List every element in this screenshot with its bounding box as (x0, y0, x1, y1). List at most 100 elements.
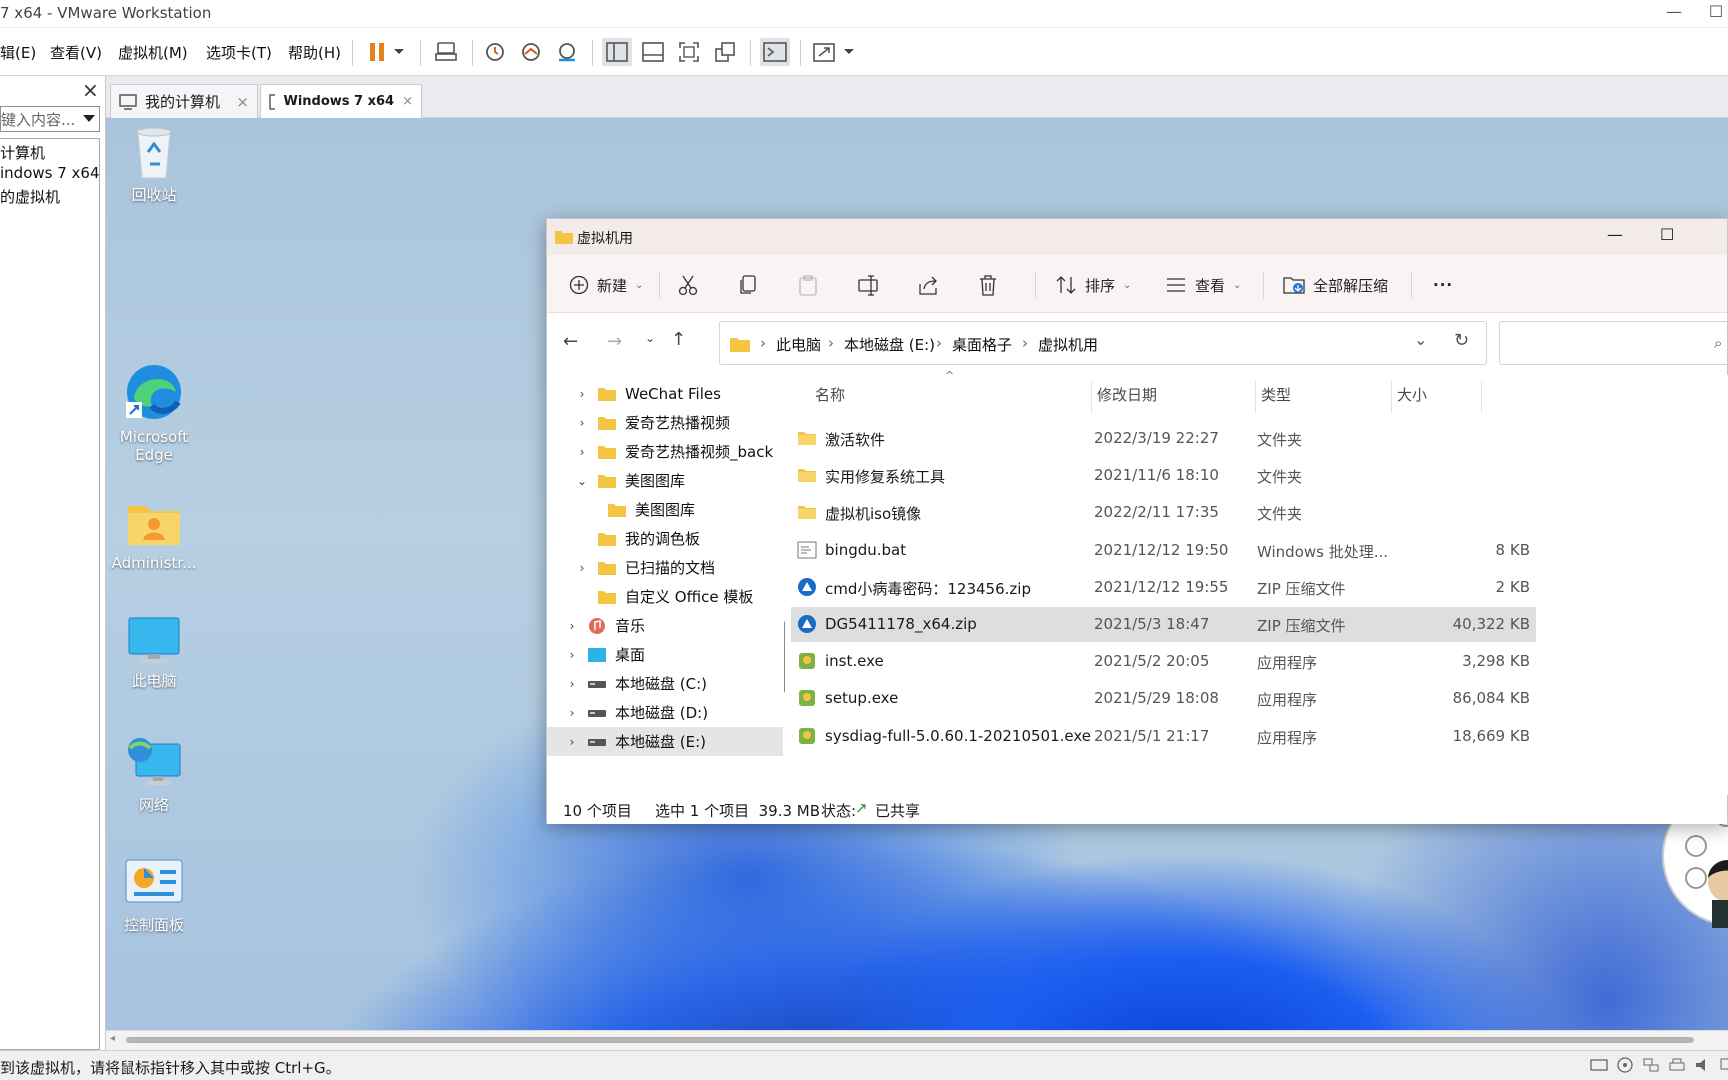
network-adapter-icon[interactable] (1642, 1057, 1660, 1073)
nav-item[interactable]: › 本地磁盘 (C:) (547, 669, 784, 698)
library-view-icon[interactable] (602, 38, 632, 66)
console-icon[interactable] (760, 38, 790, 66)
scrollbar-thumb[interactable] (126, 1037, 1694, 1043)
tab-my-computer[interactable]: 我的计算机 × (110, 84, 258, 118)
thumbnail-view-icon[interactable] (638, 38, 668, 66)
stretch-icon[interactable] (810, 38, 840, 66)
back-icon[interactable]: ← (563, 331, 578, 352)
nav-item[interactable]: › 桌面 (547, 640, 784, 669)
chevron-right-icon[interactable]: › (575, 416, 589, 430)
menu-view[interactable]: 查看(V) (50, 42, 102, 63)
file-row[interactable]: cmd小病毒密码：123456.zip 2021/12/12 19:55 ZIP 压… (791, 570, 1536, 605)
up-icon[interactable]: ↑ (671, 329, 686, 350)
chevron-right-icon[interactable]: › (575, 445, 589, 459)
display-icon[interactable] (1720, 1057, 1728, 1073)
breadcrumb-desktop-grid[interactable]: 桌面格子 (952, 334, 1012, 355)
column-header-name[interactable]: 名称 (815, 375, 845, 413)
file-row[interactable]: sysdiag-full-5.0.60.1-20210501.exe 2021/5… (791, 719, 1536, 754)
nav-item[interactable]: › 爱奇艺热播视频_back (547, 437, 784, 466)
cut-button[interactable] (677, 269, 699, 301)
nav-item[interactable]: 我的调色板 (547, 524, 784, 553)
file-row[interactable]: DG5411178_x64.zip 2021/5/3 18:47 ZIP 压缩文件 4… (791, 607, 1536, 642)
desktop-icon-network[interactable]: 网络 (106, 736, 202, 814)
chevron-right-icon[interactable]: › (575, 561, 589, 575)
file-row[interactable]: inst.exe 2021/5/2 20:05 应用程序 3,298 KB (791, 644, 1536, 679)
dropdown-icon[interactable] (390, 38, 408, 66)
chevron-right-icon[interactable]: › (565, 706, 579, 720)
hard-disk-icon[interactable] (1590, 1057, 1608, 1073)
chevron-right-icon[interactable]: › (565, 677, 579, 691)
extract-all-button[interactable]: 全部解压缩 (1283, 269, 1388, 301)
chevron-right-icon[interactable]: › (565, 619, 579, 633)
send-keys-icon[interactable] (432, 38, 462, 66)
file-row[interactable]: bingdu.bat 2021/12/12 19:50 Windows 批处理...… (791, 533, 1536, 568)
desktop-icon-control-panel[interactable]: 控制面板 (106, 858, 202, 934)
file-row[interactable]: setup.exe 2021/5/29 18:08 应用程序 86,084 KB (791, 681, 1536, 716)
desktop-icon-administrator[interactable]: Administr... (106, 498, 202, 572)
horizontal-scrollbar[interactable]: ◂ (106, 1030, 1728, 1050)
library-item-computer[interactable]: 计算机 (0, 142, 45, 163)
chevron-down-icon[interactable]: ⌄ (575, 474, 589, 488)
column-header-date[interactable]: 修改日期 (1097, 375, 1157, 413)
menu-edit[interactable]: 辑(E) (0, 42, 36, 63)
library-item-shared-vms[interactable]: 的虚拟机 (0, 186, 60, 207)
menu-tabs[interactable]: 选项卡(T) (206, 42, 272, 63)
desktop-icon-this-pc[interactable]: 此电脑 (106, 616, 202, 690)
search-input[interactable]: ⌕ (1499, 321, 1728, 365)
nav-item[interactable]: › 本地磁盘 (E:) (547, 727, 784, 756)
tab-windows7[interactable]: Windows 7 x64 × (260, 84, 422, 118)
scroll-left-icon[interactable]: ◂ (110, 1033, 115, 1044)
fullscreen-icon[interactable] (674, 38, 704, 66)
maximize-icon[interactable]: ☐ (1696, 2, 1728, 26)
nav-item[interactable]: 自定义 Office 模板 (547, 582, 784, 611)
address-dropdown-icon[interactable]: ⌄ (1414, 330, 1427, 349)
file-row[interactable]: 实用修复系统工具 2021/11/6 18:10 文件夹 (791, 458, 1536, 493)
copy-button[interactable] (737, 269, 759, 301)
nav-item[interactable]: › 音乐 (547, 611, 784, 640)
chevron-right-icon[interactable]: › (565, 648, 579, 662)
library-search-input[interactable]: 键入内容... (0, 106, 100, 132)
minimize-icon[interactable]: — (1607, 225, 1623, 244)
nav-item[interactable]: › 本地磁盘 (D:) (547, 698, 784, 727)
pause-icon[interactable] (362, 38, 392, 66)
rename-button[interactable] (857, 269, 879, 301)
nav-item[interactable]: › WeChat Files (547, 379, 784, 408)
chevron-down-icon[interactable] (83, 115, 95, 123)
sound-icon[interactable] (1694, 1057, 1712, 1073)
nav-item[interactable]: 美图图库 (547, 495, 784, 524)
snapshot-manager-icon[interactable] (552, 38, 582, 66)
library-item-win7[interactable]: indows 7 x64 (0, 164, 100, 182)
file-row[interactable]: 激活软件 2022/3/19 22:27 文件夹 (791, 421, 1536, 456)
refresh-icon[interactable]: ↻ (1454, 330, 1469, 351)
forward-icon[interactable]: → (607, 331, 622, 352)
column-header-size[interactable]: 大小 (1397, 375, 1427, 413)
vm-display[interactable]: 回收站 Microsoft Edge Administr... 此电脑 网络 控… (106, 118, 1728, 1030)
nav-item[interactable]: › 已扫描的文档 (547, 553, 784, 582)
delete-button[interactable] (977, 269, 999, 301)
snapshot-icon[interactable] (480, 38, 510, 66)
close-icon[interactable]: × (236, 93, 249, 111)
menu-vm[interactable]: 虚拟机(M) (118, 42, 188, 63)
new-button[interactable]: 新建 ⌄ (569, 269, 643, 301)
chevron-right-icon[interactable]: › (565, 735, 579, 749)
chevron-right-icon[interactable]: › (575, 387, 589, 401)
breadcrumb-this-pc[interactable]: 此电脑 (776, 334, 821, 355)
stretch-dropdown-icon[interactable] (840, 38, 858, 66)
close-icon[interactable]: × (402, 94, 413, 109)
nav-item[interactable]: ⌄ 美图图库 (547, 466, 784, 495)
revert-snapshot-icon[interactable] (516, 38, 546, 66)
recent-locations-icon[interactable]: ⌄ (645, 331, 655, 345)
column-header-type[interactable]: 类型 (1261, 375, 1291, 413)
maximize-icon[interactable]: ☐ (1660, 225, 1674, 244)
cd-dvd-icon[interactable] (1616, 1057, 1634, 1073)
breadcrumb-current[interactable]: 虚拟机用 (1038, 334, 1098, 355)
breadcrumb-drive-e[interactable]: 本地磁盘 (E:) (844, 334, 935, 355)
menu-help[interactable]: 帮助(H) (288, 42, 341, 63)
paste-button[interactable] (797, 269, 819, 301)
share-button[interactable] (917, 269, 939, 301)
file-row[interactable]: 虚拟机iso镜像 2022/2/11 17:35 文件夹 (791, 495, 1536, 530)
address-bar[interactable]: › 此电脑 › 本地磁盘 (E:) › 桌面格子 › 虚拟机用 ⌄ ↻ (719, 321, 1487, 365)
desktop-icon-edge[interactable]: Microsoft Edge (106, 362, 202, 464)
library-close-icon[interactable]: × (82, 78, 99, 102)
nav-item[interactable]: › 爱奇艺热播视频 (547, 408, 784, 437)
